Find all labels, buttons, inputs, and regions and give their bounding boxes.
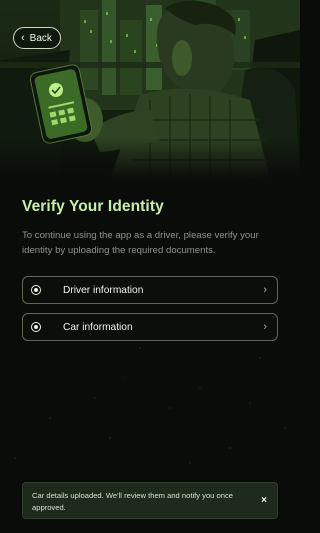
- back-label: Back: [29, 32, 52, 44]
- page-title: Verify Your Identity: [22, 198, 164, 215]
- back-button[interactable]: ‹ Back: [13, 27, 61, 49]
- option-label: Car information: [63, 321, 133, 333]
- car-information-option[interactable]: Car information ›: [22, 313, 278, 341]
- option-label: Driver information: [63, 284, 144, 296]
- radio-selected-icon: [31, 322, 41, 332]
- driver-information-option[interactable]: Driver information ›: [22, 276, 278, 304]
- page-description: To continue using the app as a driver, p…: [22, 230, 259, 256]
- verify-section: Verify Your Identity To continue using t…: [22, 198, 278, 258]
- radio-selected-icon: [31, 285, 41, 295]
- chevron-right-icon: ›: [263, 321, 267, 333]
- toast-notification: Car details uploaded. We'll review them …: [22, 482, 278, 519]
- toast-message: Car details uploaded. We'll review them …: [32, 491, 233, 512]
- hero-illustration: ‹ Back: [0, 0, 300, 178]
- hero-fade: [0, 138, 300, 178]
- chevron-left-icon: ‹: [21, 31, 25, 44]
- chevron-right-icon: ›: [263, 284, 267, 296]
- close-icon[interactable]: ×: [261, 495, 267, 507]
